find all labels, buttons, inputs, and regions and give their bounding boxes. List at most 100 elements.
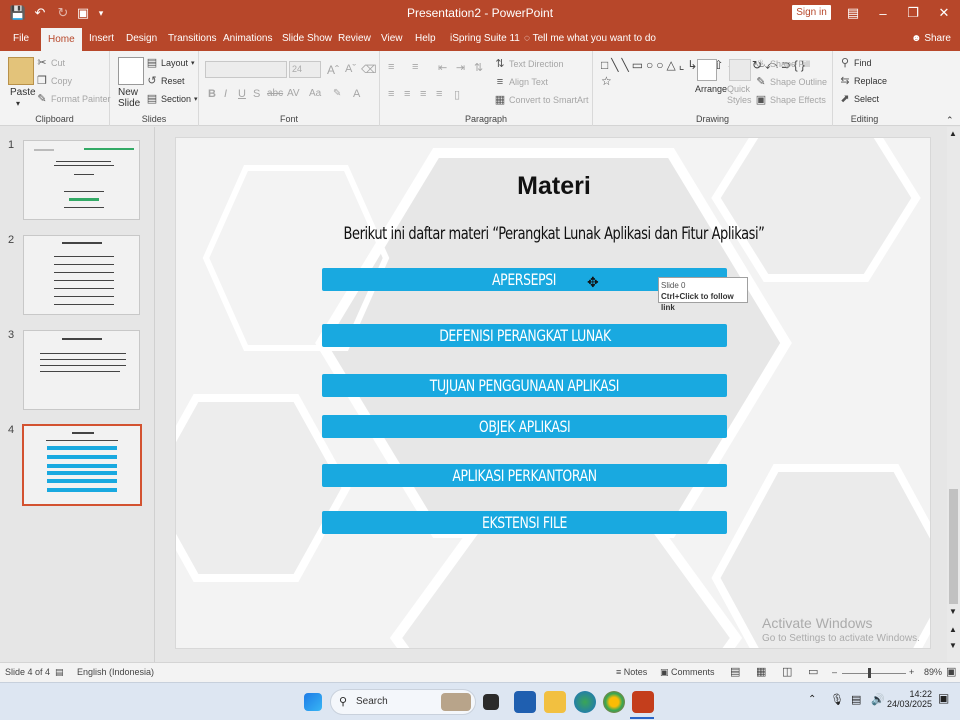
justify-icon[interactable]: ≡ [436,88,442,100]
tab-help[interactable]: Help [408,26,443,51]
italic-icon[interactable]: I [224,88,227,100]
shapes-gallery[interactable]: □╲╲▭○○△⌞↳⇒⇧⇩◣↻⤺⊃{}☆ [601,57,805,89]
quick-styles-icon[interactable] [729,59,751,81]
notes-button[interactable]: ≡ Notes [616,667,647,677]
section-button[interactable]: ▤ Section ▾ [146,93,198,105]
menu-link-perkantoran[interactable]: APLIKASI PERKANTORAN [322,464,727,487]
decrease-font-icon[interactable]: Aˇ [345,63,356,75]
slide-show-icon[interactable]: ▭ [808,665,818,678]
fit-to-window-icon[interactable]: ▣ [946,665,956,678]
close-button[interactable]: ✕ [929,0,959,26]
select-button[interactable]: ⬈ Select [839,93,879,105]
next-slide-icon[interactable]: ▼ [949,641,957,650]
font-name-combo[interactable] [205,61,287,78]
increase-indent-icon[interactable]: ⇥ [456,61,465,74]
tab-review[interactable]: Review [331,26,378,51]
cut-button[interactable]: ✂ Cut [36,57,65,69]
task-view-icon[interactable] [483,694,499,710]
align-right-icon[interactable]: ≡ [420,88,426,100]
menu-link-ekstensi[interactable]: EKSTENSI FILE [322,511,727,534]
store-icon[interactable] [514,691,536,713]
highlight-icon[interactable]: ✎ [333,88,341,99]
new-slide-icon[interactable] [118,57,144,85]
bullets-icon[interactable]: ≡ [388,61,394,73]
slide-thumbnail-4[interactable] [22,424,142,506]
spelling-icon[interactable]: ▤ [55,667,64,678]
numbering-icon[interactable]: ≡ [412,61,418,73]
slide-thumbnail-2[interactable] [23,235,140,315]
current-slide[interactable]: Materi Berikut ini daftar materi “Perang… [175,137,931,649]
tab-view[interactable]: View [374,26,410,51]
tab-insert[interactable]: Insert [82,26,121,51]
tell-me-box[interactable]: ◌ Tell me what you want to do [517,26,663,51]
shadow-icon[interactable]: S [253,88,260,100]
underline-icon[interactable]: U [238,88,246,100]
notification-icon[interactable]: ▣ [938,691,949,705]
paste-dropdown-icon[interactable]: ▾ [16,99,20,108]
tab-transitions[interactable]: Transitions [161,26,224,51]
zoom-out-icon[interactable]: – [832,667,837,677]
text-direction-button[interactable]: ⇅ Text Direction [494,58,563,70]
tab-animations[interactable]: Animations [216,26,279,51]
powerpoint-icon[interactable] [632,691,654,713]
zoom-in-icon[interactable]: + [909,667,914,677]
ribbon-display-options-icon[interactable]: ▤ [838,0,868,26]
tab-file[interactable]: File [6,26,36,51]
clock[interactable]: 14:22 24/03/2025 [880,689,932,709]
paste-button[interactable]: Paste [10,87,36,98]
file-explorer-icon[interactable] [544,691,566,713]
new-slide-button[interactable]: New Slide [118,87,148,109]
scrollbar-thumb[interactable] [949,489,958,604]
scroll-up-icon[interactable]: ▲ [949,129,957,138]
collapse-ribbon-icon[interactable]: ⌃ [946,115,954,126]
comments-button[interactable]: ▣ Comments [660,667,715,678]
find-button[interactable]: ⚲ Find [839,57,872,69]
align-center-icon[interactable]: ≡ [404,88,410,100]
menu-link-objek[interactable]: OBJEK APLIKASI [322,415,727,438]
maximize-button[interactable]: ❐ [898,0,928,26]
network-icon[interactable]: ▤ [851,693,861,706]
tab-design[interactable]: Design [119,26,164,51]
zoom-slider-thumb[interactable] [868,668,871,678]
tab-slide-show[interactable]: Slide Show [275,26,339,51]
slide-thumbnail-3[interactable] [23,330,140,410]
language-indicator[interactable]: English (Indonesia) [77,667,154,677]
clear-formatting-icon[interactable]: ⌫ [361,63,377,76]
smartart-button[interactable]: ▦ Convert to SmartArt [494,94,589,106]
vertical-scrollbar[interactable]: ▲ ▼ ▲ ▼ [947,127,960,662]
shape-effects-button[interactable]: ▣ Shape Effects [755,94,826,106]
tab-ispring[interactable]: iSpring Suite 11 [443,26,527,51]
copy-button[interactable]: ❐ Copy [36,75,72,87]
align-text-button[interactable]: ≡ Align Text [494,76,548,88]
columns-icon[interactable]: ▯ [454,88,460,101]
menu-link-defenisi[interactable]: DEFENISI PERANGKAT LUNAK [322,324,727,347]
normal-view-icon[interactable]: ▤ [730,665,740,678]
taskbar-search-box[interactable]: ⚲ Search [330,689,476,715]
strikethrough-icon[interactable]: abc [267,88,283,99]
chrome-icon[interactable] [603,691,625,713]
replace-button[interactable]: ⇆ Replace [839,75,887,87]
slide-sorter-icon[interactable]: ▦ [756,665,766,678]
shape-fill-button[interactable]: ♨ Shape Fill [755,58,810,70]
minimize-button[interactable]: – [868,0,898,26]
bold-icon[interactable]: B [208,88,216,100]
arrange-button[interactable]: Arrange [695,84,727,94]
arrange-icon[interactable] [697,59,717,81]
font-color-icon[interactable]: A [353,88,360,100]
microphone-icon[interactable]: 🎙 [830,693,844,706]
slide-thumbnail-1[interactable] [23,140,140,220]
paste-icon[interactable] [8,57,34,85]
char-spacing-icon[interactable]: AV [287,88,300,99]
windows-start-icon[interactable] [304,693,322,711]
slide-subtitle[interactable]: Berikut ini daftar materi “Perangkat Lun… [233,224,876,244]
line-spacing-icon[interactable]: ⇅ [474,61,483,74]
increase-font-icon[interactable]: Aˆ [327,63,339,77]
tab-home[interactable]: Home [41,28,82,51]
tray-overflow-icon[interactable]: ⌃ [808,694,816,705]
zoom-slider[interactable] [842,673,906,674]
previous-slide-icon[interactable]: ▲ [949,625,957,634]
scroll-down-icon[interactable]: ▼ [949,607,957,616]
zoom-level[interactable]: 89% [924,667,942,677]
change-case-icon[interactable]: Aa [309,88,321,99]
layout-button[interactable]: ▤ Layout ▾ [146,57,195,69]
